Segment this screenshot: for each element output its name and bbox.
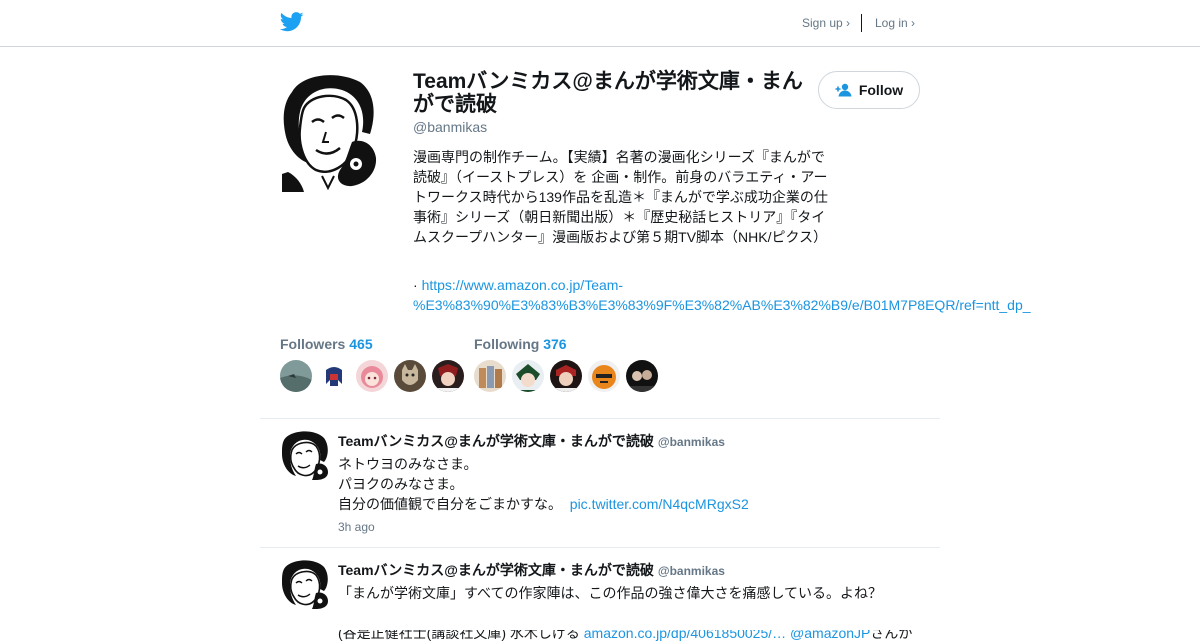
tweet-header: Teamバンミカス@まんが学術文庫・まんがで読破 @banmikas (338, 560, 725, 580)
following-avatar[interactable] (588, 360, 620, 392)
profile-avatar[interactable] (282, 72, 378, 192)
following-label[interactable]: Following 376 (474, 336, 567, 352)
follower-avatar[interactable] (432, 360, 464, 392)
profile-link-row: · https://www.amazon.co.jp/Team- %E3%83%… (413, 275, 1053, 315)
follower-avatar[interactable] (318, 360, 350, 392)
following-avatar[interactable] (512, 360, 544, 392)
following-avatar[interactable] (626, 360, 658, 392)
follower-avatar[interactable] (394, 360, 426, 392)
link-bullet: · (413, 277, 422, 293)
follow-button[interactable]: Follow (818, 71, 920, 109)
followers-avatars (280, 360, 464, 392)
signup-link[interactable]: Sign up › (802, 16, 850, 30)
tweet-text: ネトウヨのみなさま。 パヨクのみなさま。 自分の価値観で自分をごまかすな。 pi… (338, 454, 938, 514)
tweet-line: 自分の価値観で自分をごまかすな。 pic.twitter.com/N4qcMRg… (338, 494, 938, 514)
add-user-icon (835, 83, 852, 97)
bottom-fade (0, 610, 1200, 630)
follow-label: Follow (858, 82, 904, 98)
followers-count: 465 (349, 336, 373, 352)
tweet-author-handle[interactable]: @banmikas (658, 564, 725, 578)
following-count: 376 (543, 336, 567, 352)
followers-text: Followers (280, 336, 346, 352)
following-text: Following (474, 336, 540, 352)
tweet-timestamp[interactable]: 3h ago (338, 520, 375, 534)
tweet-line: ネトウヨのみなさま。 (338, 456, 478, 472)
follower-avatar[interactable] (280, 360, 312, 392)
following-avatar[interactable] (474, 360, 506, 392)
profile-link-line1[interactable]: https://www.amazon.co.jp/Team- (422, 277, 624, 293)
section-divider (260, 418, 940, 419)
tweet-author-handle[interactable]: @banmikas (658, 435, 725, 449)
top-bar: Sign up › Log in › (0, 0, 1200, 47)
login-link[interactable]: Log in › (875, 16, 915, 30)
tweet-author-name[interactable]: Teamバンミカス@まんが学術文庫・まんがで読破 (338, 562, 654, 578)
following-avatar[interactable] (550, 360, 582, 392)
profile-name: Teamバンミカス@まんが学術文庫・まんがで読破 (413, 70, 803, 116)
tweet-line: 「まんが学術文庫」すべての作家陣は、この作品の強さ偉大さを痛感している。よね？ (338, 585, 883, 601)
tweet-media-link[interactable]: pic.twitter.com/N4qcMRgxS2 (570, 496, 749, 512)
twitter-bird-icon[interactable] (280, 11, 304, 33)
tweet-line: パヨクのみなさま。 (338, 476, 464, 492)
followers-label[interactable]: Followers 465 (280, 336, 373, 352)
tweet-line-text: 自分の価値観で自分をごまかすな。 (338, 496, 562, 512)
tweet-avatar[interactable] (280, 430, 330, 480)
follower-avatar[interactable] (356, 360, 388, 392)
tweet-author-name[interactable]: Teamバンミカス@まんが学術文庫・まんがで読破 (338, 433, 654, 449)
profile-bio: 漫画専門の制作チーム。【実績】名著の漫画化シリーズ『まんがで読破』（イーストプレ… (413, 149, 828, 245)
following-avatars (474, 360, 658, 392)
profile-link-line2[interactable]: %E3%83%90%E3%83%B3%E3%83%9F%E3%82%AB%E3%… (413, 295, 1053, 315)
header-separator (861, 14, 862, 32)
profile-handle: @banmikas (413, 119, 488, 135)
tweet-header: Teamバンミカス@まんが学術文庫・まんがで読破 @banmikas (338, 431, 725, 451)
tweet-avatar[interactable] (280, 559, 330, 609)
tweet-divider (260, 547, 940, 548)
